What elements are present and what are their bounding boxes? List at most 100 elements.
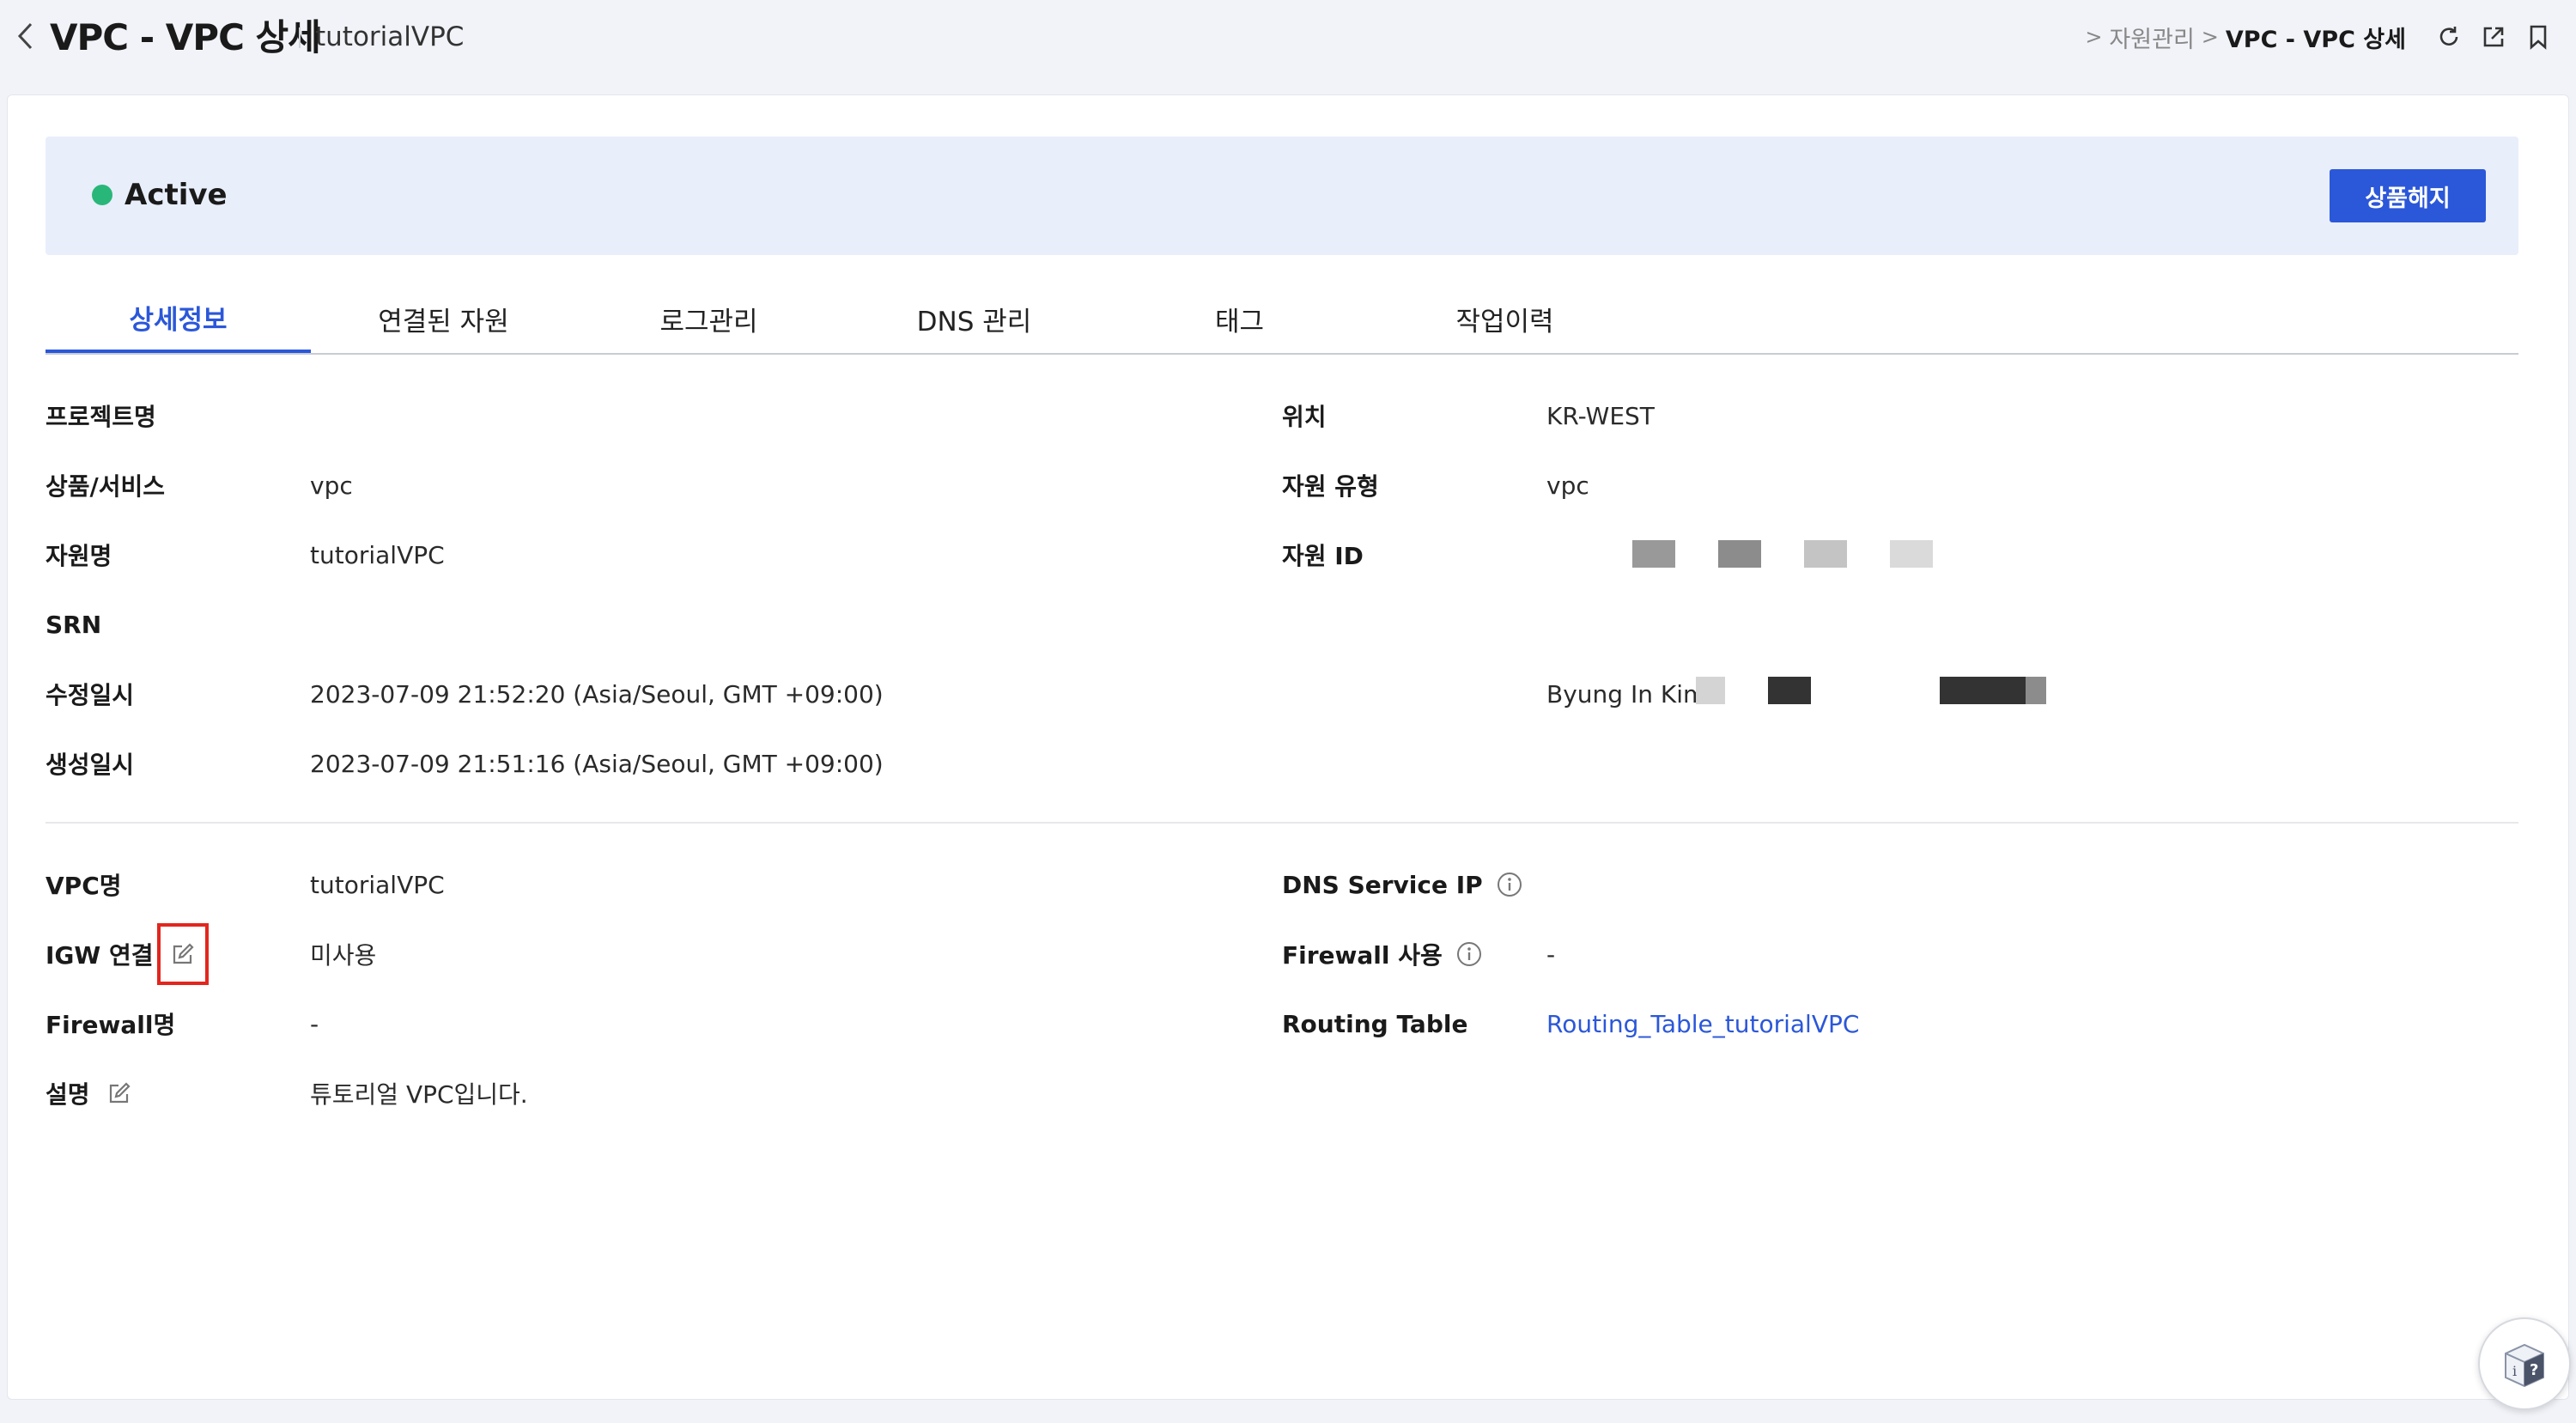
label-created-at: 생성일시 [46,751,135,779]
breadcrumb: > 자원관리 > VPC - VPC 상세 [2078,15,2576,58]
open-new-window-button[interactable] [2476,20,2511,54]
value-resource-type: vpc [1546,471,1589,500]
label-firewall-name: Firewall명 [46,1011,176,1039]
label-modified-at: 수정일시 [46,681,135,709]
help-icon: i ? [2505,1343,2544,1388]
row-srn: SRN [46,599,1248,650]
value-resource-name: tutorialVPC [310,540,445,569]
chevron-right-icon: > [2201,25,2219,49]
label-routing-table: Routing Table [1282,1009,1468,1038]
edit-icon [109,1082,131,1104]
value-created-at: 2023-07-09 21:51:16 (Asia/Seoul, GMT +09… [310,749,884,778]
row-product: 상품/서비스 vpc [46,459,1248,511]
breadcrumb-item-resource-mgmt[interactable]: 자원관리 [2109,21,2194,54]
bookmark-icon [2530,25,2547,50]
external-link-icon [2483,27,2504,47]
redacted-block [1804,540,1847,568]
label-resource-id: 자원 ID [1282,542,1364,570]
breadcrumb-item-current: VPC - VPC 상세 [2225,26,2406,53]
title-divider [299,27,301,48]
status-bar: Active 상품해지 [46,137,2518,255]
redacted-block [1890,540,1933,568]
tab-bar: 상세정보 연결된 자원 로그관리 DNS 관리 태그 작업이력 [46,284,2518,355]
svg-text:?: ? [2530,1361,2538,1379]
label-description-text: 설명 [46,1080,90,1109]
status-indicator [92,185,112,205]
tab-dns-management[interactable]: DNS 관리 [841,284,1107,353]
help-button[interactable]: i ? [2478,1317,2571,1410]
label-dns-service-ip-text: DNS Service IP [1282,870,1483,899]
label-srn: SRN [46,610,102,639]
edit-description-button[interactable] [107,1081,131,1105]
label-firewall-use: Firewall 사용 [1282,937,1482,971]
value-product: vpc [310,471,353,500]
label-project-name: 프로젝트명 [46,403,156,431]
redacted-block [1940,677,2026,704]
edit-igw-button[interactable] [156,923,209,985]
row-resource-name: 자원명 tutorialVPC [46,529,1248,581]
tab-details[interactable]: 상세정보 [46,284,311,353]
redacted-block [2026,677,2046,704]
status-label: Active [125,178,228,212]
value-igw-connection: 미사용 [310,941,377,970]
label-igw-connection: IGW 연결 [46,923,209,985]
label-dns-service-ip: DNS Service IP [1282,871,1522,899]
row-firewall-name: Firewall명 - [46,998,1248,1049]
label-igw-connection-text: IGW 연결 [46,941,154,970]
redacted-block [1768,677,1811,704]
value-modified-at: 2023-07-09 21:52:20 (Asia/Seoul, GMT +09… [310,679,884,708]
value-firewall-use: - [1546,940,1556,969]
tab-log-management[interactable]: 로그관리 [576,284,841,353]
info-circle-icon [1456,942,1481,966]
svg-text:i: i [2512,1363,2517,1379]
page-header: VPC - VPC 상세 tutorialVPC > 자원관리 > VPC - … [0,0,2576,76]
edit-icon [173,943,194,964]
label-resource-type: 자원 유형 [1282,472,1379,501]
label-product: 상품/서비스 [46,472,166,501]
label-vpc-name: VPC명 [46,872,122,900]
refresh-button[interactable] [2432,20,2466,54]
redacted-block [1718,540,1761,568]
chevron-right-icon: > [2085,25,2103,49]
tab-work-history[interactable]: 작업이력 [1372,284,1637,353]
value-description: 튜토리얼 VPC입니다. [310,1080,528,1109]
dns-info-button[interactable] [1497,872,1522,897]
value-vpc-name: tutorialVPC [310,870,445,899]
label-firewall-use-text: Firewall 사용 [1282,941,1443,970]
page-subtitle: tutorialVPC [315,21,465,52]
value-modifier: Byung In Kim [1546,679,1707,708]
redacted-block [1696,677,1725,704]
tab-connected-resources[interactable]: 연결된 자원 [311,284,576,353]
refresh-icon [2439,27,2458,46]
chevron-left-icon [17,22,33,50]
tab-tags[interactable]: 태그 [1107,284,1372,353]
label-resource-name: 자원명 [46,542,112,570]
terminate-product-button[interactable]: 상품해지 [2330,169,2486,222]
row-location: 위치 KR-WEST [1282,390,2484,441]
row-description: 설명 튜토리얼 VPC입니다. [46,1067,1248,1119]
value-firewall-name: - [310,1009,319,1038]
redacted-block [1632,540,1675,568]
row-modified-at: 수정일시 2023-07-09 21:52:20 (Asia/Seoul, GM… [46,668,1248,720]
row-resource-type: 자원 유형 vpc [1282,459,2484,511]
page-title: VPC - VPC 상세 [50,16,321,58]
info-circle-icon [1497,873,1522,897]
row-firewall-use: Firewall 사용 - [1282,928,2484,980]
row-project-name: 프로젝트명 [46,390,1248,441]
detail-panel: Active 상품해지 상세정보 연결된 자원 로그관리 DNS 관리 태그 작… [7,94,2569,1400]
row-vpc-name: VPC명 tutorialVPC [46,859,1248,910]
row-resource-id: 자원 ID [1282,529,2484,581]
row-modifier: Byung In Kim [1282,668,2484,720]
label-location: 위치 [1282,403,1327,431]
row-created-at: 생성일시 2023-07-09 21:51:16 (Asia/Seoul, GM… [46,738,1248,789]
bookmark-button[interactable] [2521,20,2555,54]
back-button[interactable] [12,19,38,53]
routing-table-link[interactable]: Routing_Table_tutorialVPC [1546,1010,1859,1038]
row-dns-service-ip: DNS Service IP [1282,859,2484,910]
section-divider [46,822,2518,824]
row-igw-connection: IGW 연결 미사용 [46,923,1248,985]
row-routing-table: Routing Table Routing_Table_tutorialVPC [1282,998,2484,1049]
firewall-info-button[interactable] [1456,941,1482,967]
label-description: 설명 [46,1076,131,1110]
value-location: KR-WEST [1546,401,1655,430]
